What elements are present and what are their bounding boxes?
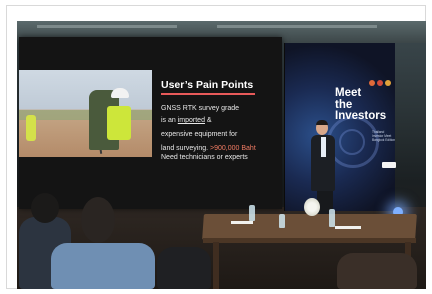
sponsor-logo-icon [369,80,375,86]
photo-hill [19,110,152,120]
presentation-screen [19,37,282,209]
sponsor-logo-icon [377,80,383,86]
slide-line-5: Need technicians or experts [161,154,248,161]
price-highlight: >900,000 Baht [210,145,256,152]
water-bottle [279,214,285,228]
sponsor-logo-icon [385,80,391,86]
background-worker [26,115,36,141]
event-subtitle: Thailand Investor Meet Bangkok Edition [372,130,396,142]
slide-line-2: is an imported & [161,117,212,125]
event-photo: User’s Pain Points GNSS RTK survey grade… [17,21,426,289]
table-edge [203,238,416,243]
slide-line-3: expensive equipment for [161,131,238,138]
event-title: Meet the Investors [335,87,387,122]
speaker-hair [316,120,328,125]
surveyor-photo [19,70,152,157]
hard-hat [111,88,129,98]
event-badge [382,162,396,168]
flower-arrangement [304,198,320,216]
slide-line-2-prefix: is an [161,117,178,124]
slide-line-4-prefix: land surveying. [161,145,211,152]
water-bottle [329,209,335,227]
speaker-shirt [321,137,326,157]
ceiling-beam [217,25,377,28]
audience-member [157,247,211,289]
water-bottle [249,205,255,221]
slide-title: User’s Pain Points [161,79,254,91]
slide-line-1: GNSS RTK survey grade [161,105,240,112]
audience-head [81,197,115,243]
table-leg [213,242,219,289]
audience-member [51,243,155,289]
safety-vest [107,106,131,140]
ceiling-beam [37,25,177,28]
decorative-ring-inner [339,129,365,155]
slide-line-2-suffix: & [204,117,212,124]
slide-title-underline [161,93,255,95]
paper-sheet [335,226,361,229]
audience-member [337,253,417,289]
panel-table [202,214,417,240]
audience-head [31,193,59,223]
slide-line-4: land surveying. >900,000 Baht [161,145,256,153]
paper-sheet [231,221,253,224]
slide-line-2-link: imported [177,117,205,124]
